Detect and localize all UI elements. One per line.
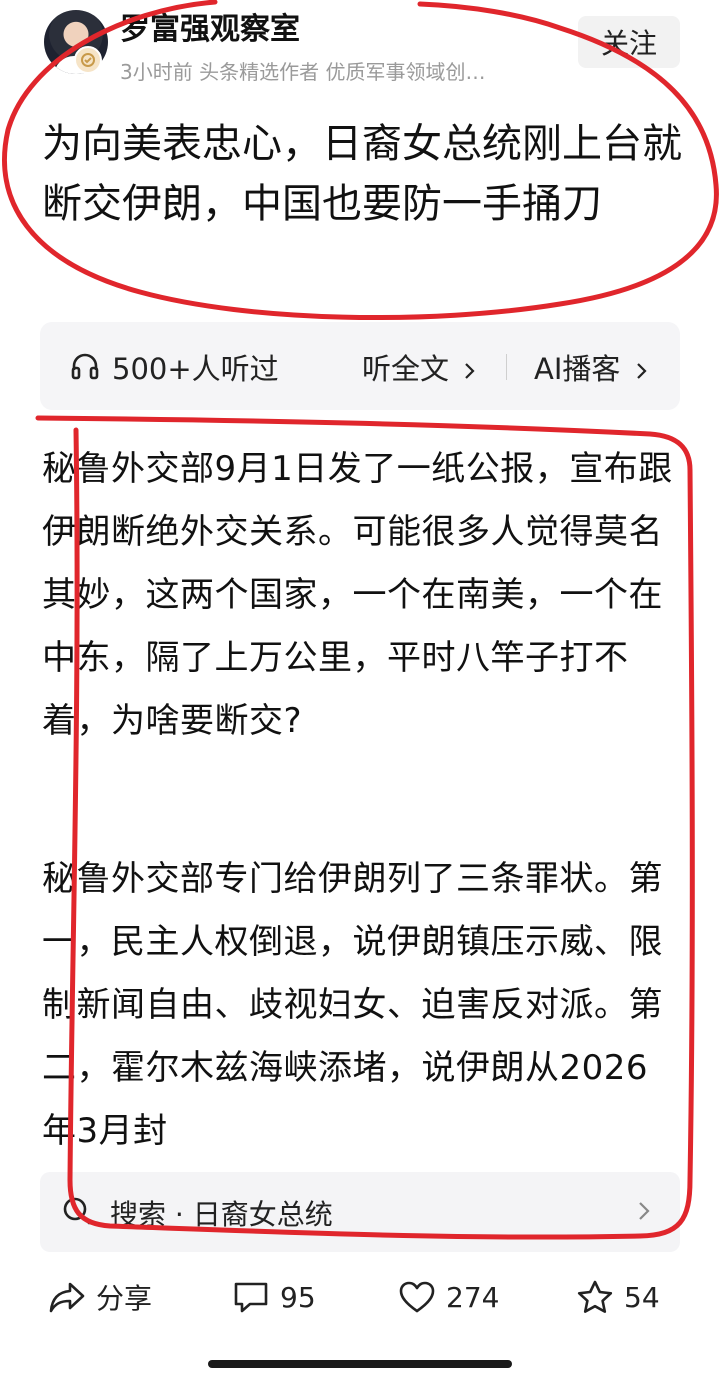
comment-icon xyxy=(234,1282,268,1313)
divider xyxy=(506,354,507,380)
chevron-right-icon xyxy=(636,363,647,379)
listen-full-text-label: 听全文 xyxy=(362,352,450,386)
search-icon xyxy=(63,1197,91,1225)
chevron-right-icon xyxy=(465,363,475,379)
related-search-bar[interactable]: 搜索 · 日裔女总统 xyxy=(40,1172,680,1252)
share-label: 分享 xyxy=(96,1282,153,1315)
listen-bar: 500+人听过 听全文 AI播客 xyxy=(40,322,680,410)
home-indicator[interactable] xyxy=(208,1360,512,1368)
listen-count: 500+人听过 xyxy=(112,352,279,386)
chevron-right-icon xyxy=(639,1202,650,1220)
article-title: 为向美表忠心，日裔女总统刚上台就断交伊朗，中国也要防一手捅刀 xyxy=(42,121,682,227)
author-meta: 3小时前 头条精选作者 优质军事领域创… xyxy=(120,60,486,84)
share-icon xyxy=(49,1282,85,1313)
ai-podcast-button[interactable]: AI播客 xyxy=(534,346,648,388)
ai-podcast-label: AI播客 xyxy=(534,352,621,386)
favorite-count: 54 xyxy=(624,1280,660,1314)
verified-badge-icon xyxy=(74,46,102,74)
comment-button[interactable]: 95 xyxy=(232,1268,316,1326)
like-count: 274 xyxy=(446,1280,500,1314)
article-paragraph: 秘鲁外交部9月1日发了一纸公报，宣布跟伊朗断绝外交关系。可能很多人觉得莫名其妙，… xyxy=(42,449,673,741)
author-name[interactable]: 罗富强观察室 xyxy=(120,4,300,48)
heart-icon xyxy=(399,1281,435,1313)
follow-button[interactable]: 关注 xyxy=(578,16,680,68)
listen-full-text-button[interactable]: 听全文 xyxy=(362,346,476,388)
favorite-button[interactable]: 54 xyxy=(576,1268,660,1326)
star-icon xyxy=(577,1280,613,1313)
article-paragraph: 秘鲁外交部专门给伊朗列了三条罪状。第一，民主人权倒退，说伊朗镇压示威、限制新闻自… xyxy=(42,859,663,1151)
search-query-text: 搜索 · 日裔女总统 xyxy=(110,1198,333,1231)
like-button[interactable]: 274 xyxy=(398,1268,499,1326)
share-button[interactable]: 分享 xyxy=(48,1268,152,1326)
headphones-icon xyxy=(71,353,99,380)
comment-count: 95 xyxy=(280,1280,316,1314)
